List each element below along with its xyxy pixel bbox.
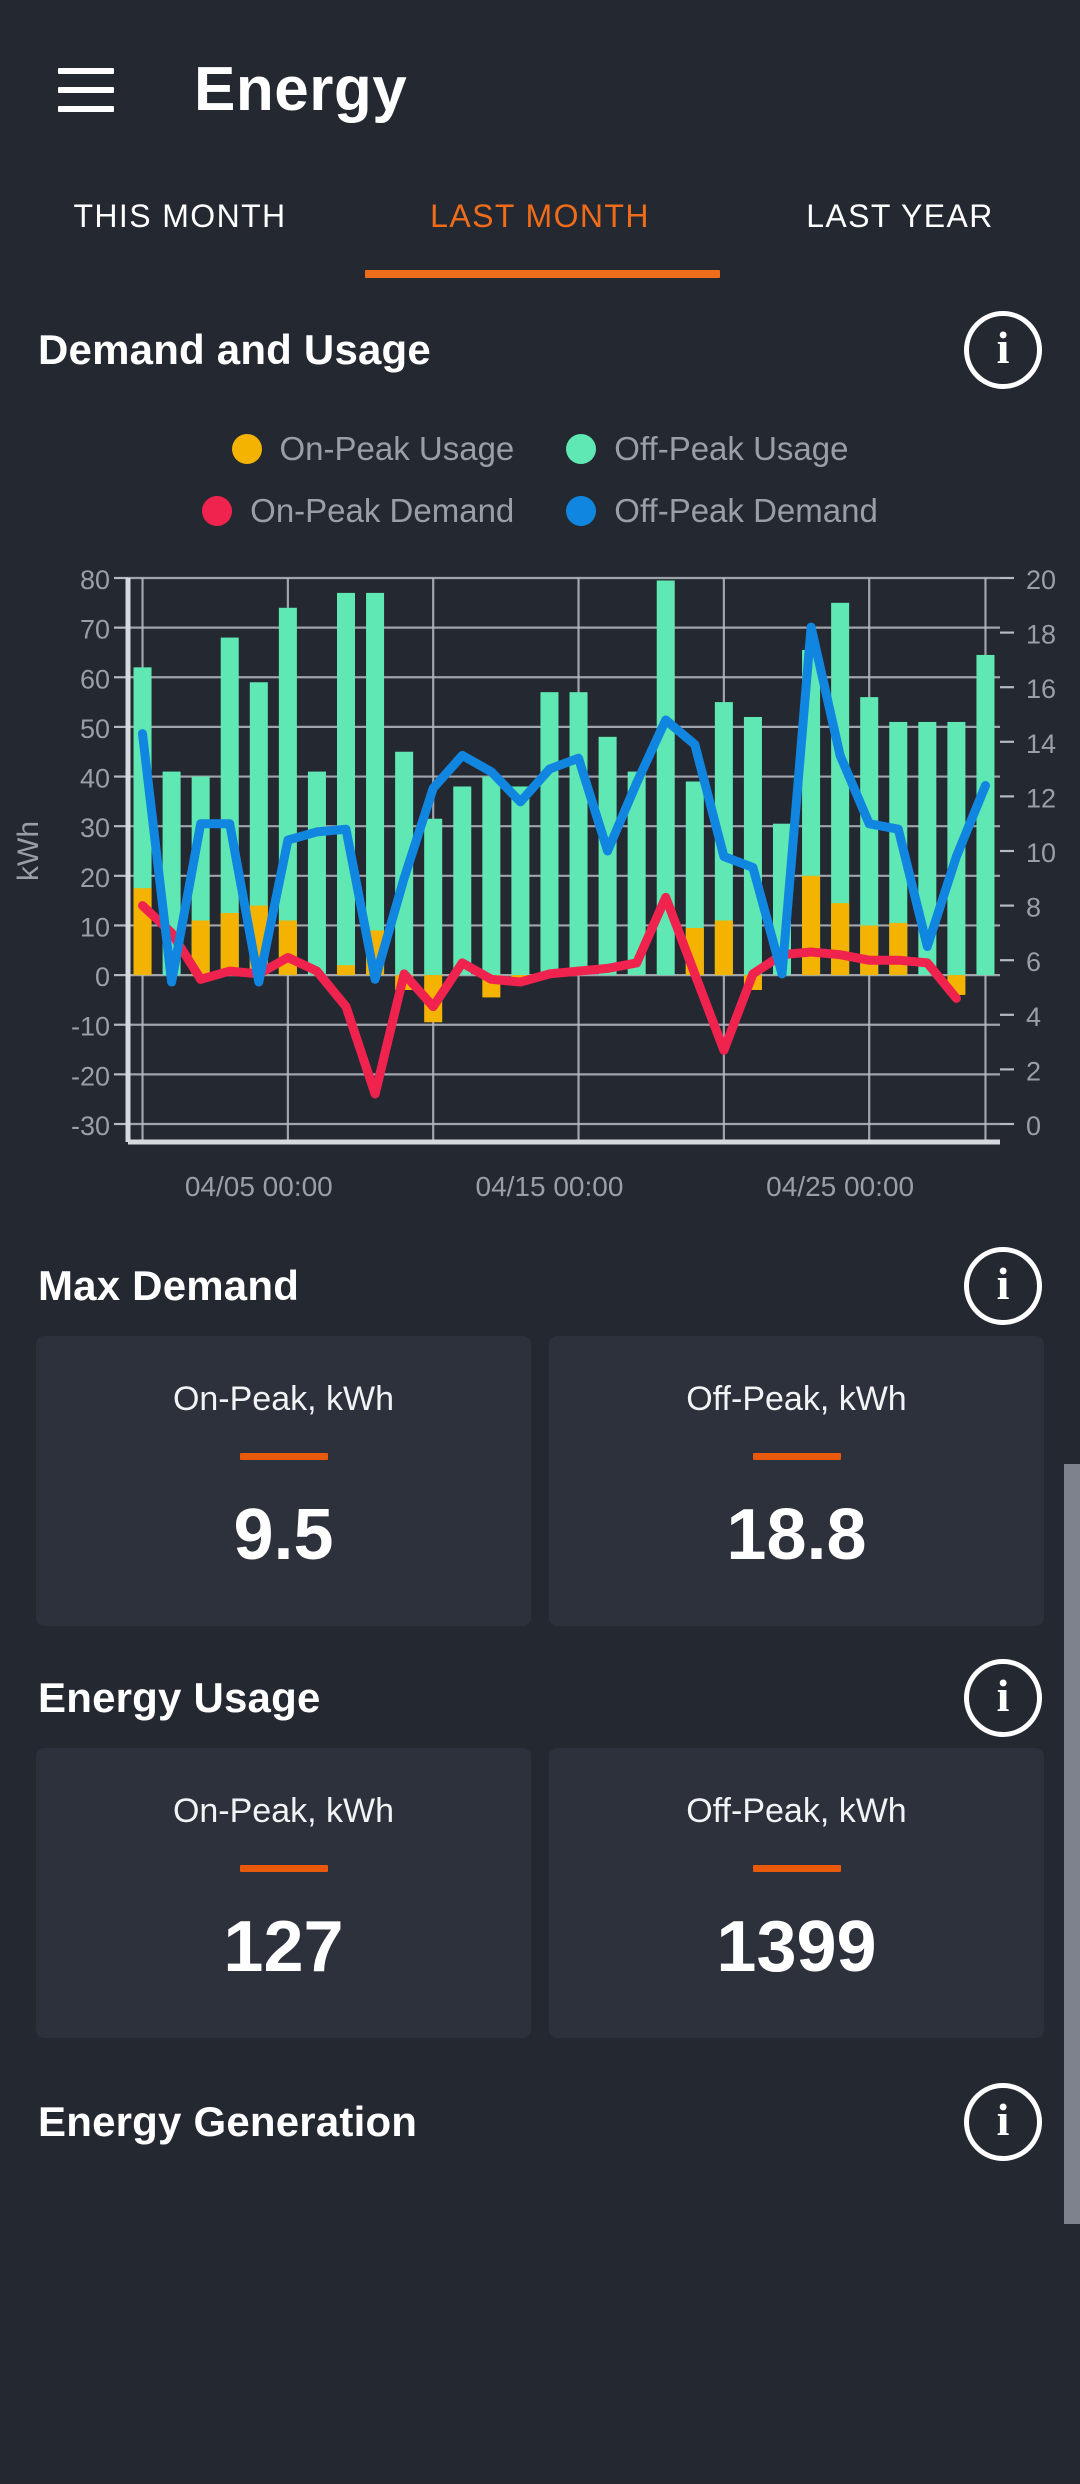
legend-item-off-peak-usage[interactable]: Off-Peak Usage — [566, 430, 848, 468]
card-value: 9.5 — [233, 1494, 333, 1576]
info-glyph: i — [997, 1261, 1010, 1307]
energy-usage-cards: On-Peak, kWh 127 Off-Peak, kWh 1399 — [0, 1748, 1080, 2038]
card-label: Off-Peak, kWh — [686, 1792, 906, 1831]
active-tab-indicator — [365, 270, 720, 278]
svg-text:20: 20 — [80, 863, 110, 893]
svg-text:2: 2 — [1026, 1056, 1041, 1086]
card-accent-rule — [753, 1453, 841, 1460]
hamburger-line — [58, 87, 114, 93]
svg-text:0: 0 — [1026, 1111, 1041, 1141]
svg-text:30: 30 — [80, 813, 110, 843]
section-title-energy-usage: Energy Usage — [38, 1674, 321, 1722]
svg-text:20: 20 — [1026, 565, 1056, 595]
section-title-energy-generation: Energy Generation — [38, 2098, 417, 2146]
svg-text:-10: -10 — [71, 1012, 110, 1042]
card-label: On-Peak, kWh — [173, 1792, 394, 1831]
card-accent-rule — [240, 1865, 328, 1872]
card-value: 1399 — [716, 1906, 876, 1988]
legend-row-usage: On-Peak Usage Off-Peak Usage — [0, 418, 1080, 480]
section-title-max-demand: Max Demand — [38, 1262, 299, 1310]
card-label: On-Peak, kWh — [173, 1380, 394, 1419]
legend-label-off-peak-usage: Off-Peak Usage — [614, 430, 848, 468]
chart-legend: On-Peak Usage Off-Peak Usage On-Peak Dem… — [0, 400, 1080, 552]
svg-text:70: 70 — [80, 615, 110, 645]
svg-text:kWh: kWh — [12, 821, 45, 881]
section-title-demand-and-usage: Demand and Usage — [38, 326, 431, 374]
svg-text:60: 60 — [80, 664, 110, 694]
card-value: 127 — [223, 1906, 343, 1988]
legend-item-on-peak-demand[interactable]: On-Peak Demand — [202, 492, 514, 530]
legend-label-on-peak-demand: On-Peak Demand — [250, 492, 514, 530]
svg-text:0: 0 — [95, 962, 110, 992]
legend-dot-on-peak-demand — [202, 496, 232, 526]
tab-last-month[interactable]: LAST MONTH — [360, 198, 720, 235]
chart-canvas: 80706050403020100-10-20-3020181614121086… — [0, 556, 1080, 1246]
legend-row-demand: On-Peak Demand Off-Peak Demand — [0, 480, 1080, 542]
svg-text:16: 16 — [1026, 674, 1056, 704]
svg-text:40: 40 — [80, 764, 110, 794]
legend-label-on-peak-usage: On-Peak Usage — [280, 430, 515, 468]
svg-text:6: 6 — [1026, 947, 1041, 977]
svg-text:10: 10 — [80, 912, 110, 942]
card-accent-rule — [240, 1453, 328, 1460]
svg-text:12: 12 — [1026, 783, 1056, 813]
info-glyph: i — [997, 1673, 1010, 1719]
svg-text:-20: -20 — [71, 1061, 110, 1091]
info-glyph: i — [997, 325, 1010, 371]
tab-this-month[interactable]: THIS MONTH — [0, 198, 360, 235]
svg-text:04/15 00:00: 04/15 00:00 — [476, 1171, 624, 1202]
info-icon-max-demand[interactable]: i — [964, 1247, 1042, 1325]
hamburger-line — [58, 68, 114, 74]
svg-text:-30: -30 — [71, 1111, 110, 1141]
card-max-demand-on-peak[interactable]: On-Peak, kWh 9.5 — [36, 1336, 531, 1626]
legend-item-off-peak-demand[interactable]: Off-Peak Demand — [566, 492, 878, 530]
card-energy-usage-off-peak[interactable]: Off-Peak, kWh 1399 — [549, 1748, 1044, 2038]
svg-text:18: 18 — [1026, 620, 1056, 650]
legend-dot-off-peak-usage — [566, 434, 596, 464]
info-icon-demand-and-usage[interactable]: i — [964, 311, 1042, 389]
page-scrollbar[interactable] — [1064, 1464, 1080, 2224]
section-header-demand-and-usage: Demand and Usage i — [0, 300, 1080, 400]
svg-text:14: 14 — [1026, 729, 1056, 759]
card-label: Off-Peak, kWh — [686, 1380, 906, 1419]
demand-and-usage-chart[interactable]: 80706050403020100-10-20-3020181614121086… — [0, 556, 1080, 1236]
legend-dot-on-peak-usage — [232, 434, 262, 464]
info-icon-energy-generation[interactable]: i — [964, 2083, 1042, 2161]
svg-text:50: 50 — [80, 714, 110, 744]
svg-text:04/25 00:00: 04/25 00:00 — [766, 1171, 914, 1202]
card-max-demand-off-peak[interactable]: Off-Peak, kWh 18.8 — [549, 1336, 1044, 1626]
svg-text:8: 8 — [1026, 893, 1041, 923]
svg-text:80: 80 — [80, 565, 110, 595]
legend-label-off-peak-demand: Off-Peak Demand — [614, 492, 878, 530]
app-bar: Energy — [0, 0, 1080, 180]
section-header-energy-generation: Energy Generation i — [0, 2072, 1080, 2172]
max-demand-cards: On-Peak, kWh 9.5 Off-Peak, kWh 18.8 — [0, 1336, 1080, 1626]
svg-text:04/05 00:00: 04/05 00:00 — [185, 1171, 333, 1202]
card-accent-rule — [753, 1865, 841, 1872]
info-icon-energy-usage[interactable]: i — [964, 1659, 1042, 1737]
hamburger-menu-icon[interactable] — [58, 68, 114, 112]
card-value: 18.8 — [726, 1494, 866, 1576]
section-header-max-demand: Max Demand i — [0, 1236, 1080, 1336]
period-tabs: THIS MONTH LAST MONTH LAST YEAR — [0, 180, 1080, 300]
legend-item-on-peak-usage[interactable]: On-Peak Usage — [232, 430, 515, 468]
card-energy-usage-on-peak[interactable]: On-Peak, kWh 127 — [36, 1748, 531, 2038]
hamburger-line — [58, 106, 114, 112]
tab-last-year[interactable]: LAST YEAR — [720, 198, 1080, 235]
info-glyph: i — [997, 2097, 1010, 2143]
section-header-energy-usage: Energy Usage i — [0, 1648, 1080, 1748]
svg-text:4: 4 — [1026, 1002, 1041, 1032]
legend-dot-off-peak-demand — [566, 496, 596, 526]
svg-text:10: 10 — [1026, 838, 1056, 868]
page-title: Energy — [194, 59, 407, 121]
